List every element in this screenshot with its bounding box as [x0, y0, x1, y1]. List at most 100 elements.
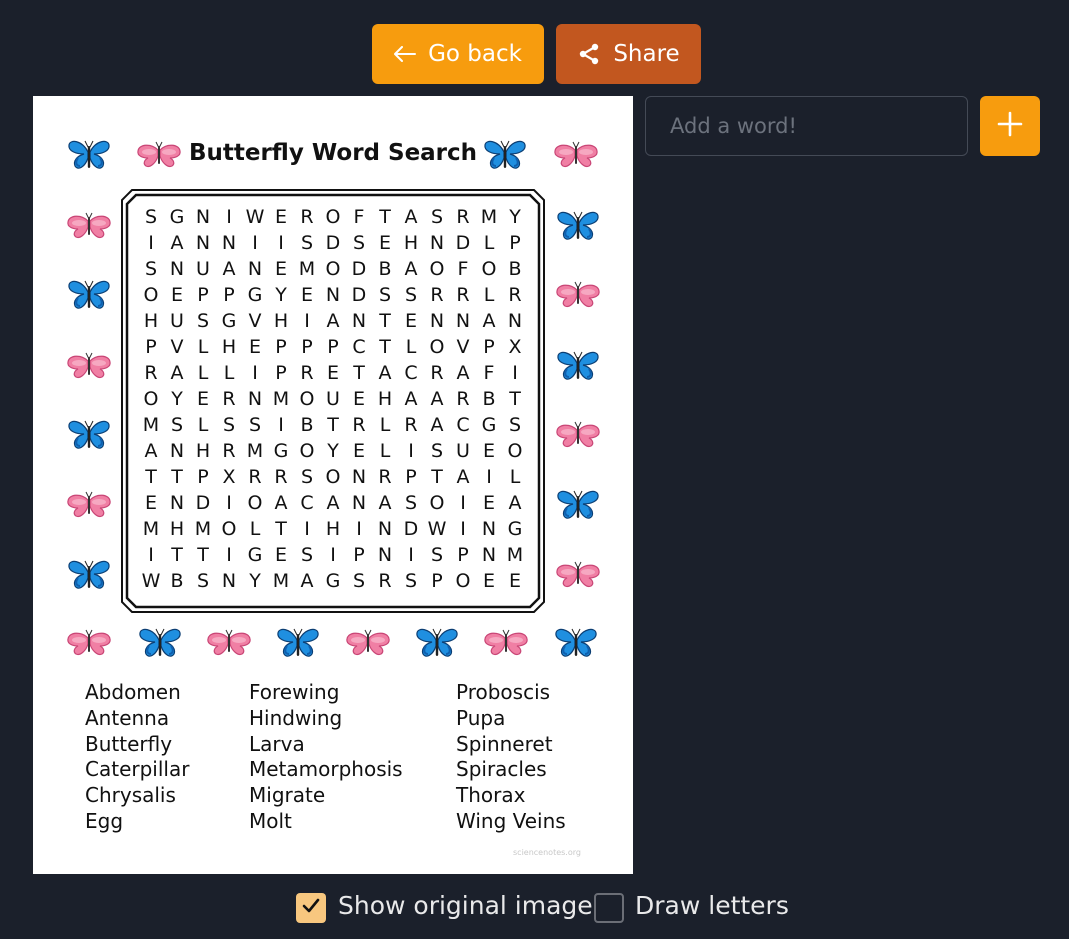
grid-letter: G — [221, 310, 237, 332]
grid-letter: U — [456, 440, 470, 462]
grid-letter: A — [300, 570, 314, 592]
word-list-item: Thorax — [456, 783, 526, 808]
grid-letter: I — [304, 310, 310, 332]
grid-letter: R — [456, 388, 470, 410]
grid-letter: T — [431, 466, 443, 488]
grid-letter: D — [351, 284, 367, 306]
arrow-left-icon — [394, 46, 417, 62]
grid-letter: T — [171, 544, 183, 566]
grid-letter: R — [300, 362, 314, 384]
grid-letter: A — [508, 492, 522, 514]
grid-letter: P — [275, 336, 287, 358]
grid-letter: L — [197, 414, 209, 436]
grid-letter: O — [507, 440, 523, 462]
grid-letter: I — [278, 414, 284, 436]
grid-letter: S — [352, 570, 366, 592]
grid-letter: N — [507, 310, 523, 332]
grid-letter: T — [379, 336, 391, 358]
blue-butterfly-icon — [555, 488, 601, 524]
grid-letter: Y — [275, 284, 287, 306]
grid-letter: E — [274, 544, 287, 566]
grid-letter: C — [300, 492, 314, 514]
grid-letter: E — [170, 284, 183, 306]
grid-letter: T — [171, 466, 183, 488]
grid-letter: S — [300, 466, 314, 488]
grid-letter: B — [378, 258, 392, 280]
grid-letter: A — [482, 310, 496, 332]
grid-letter: I — [278, 232, 284, 254]
grid-letter: M — [142, 414, 160, 436]
grid-letter: G — [273, 440, 289, 462]
grid-letter: V — [456, 336, 470, 358]
word-list-item: Chrysalis — [85, 783, 176, 808]
grid-letter: C — [352, 336, 366, 358]
grid-letter: W — [427, 518, 447, 540]
show-original-checkbox[interactable] — [296, 893, 326, 923]
grid-letter: O — [325, 258, 341, 280]
grid-letter: G — [507, 518, 523, 540]
grid-letter: M — [298, 258, 316, 280]
grid-letter: S — [378, 284, 392, 306]
grid-letter: A — [378, 362, 392, 384]
grid-letter: O — [481, 258, 497, 280]
grid-letter: N — [169, 440, 185, 462]
word-list-column-3: Proboscis Pupa Spinneret Spiracles Thorax Win… — [456, 680, 566, 835]
add-word-input[interactable] — [645, 96, 968, 156]
checkmark-icon — [302, 898, 320, 918]
grid-letter: N — [455, 310, 471, 332]
word-list-item: Wing Veins — [456, 808, 566, 833]
grid-letter: N — [481, 518, 497, 540]
pink-butterfly-icon — [66, 209, 112, 245]
grid-letter: M — [272, 388, 290, 410]
pink-butterfly-icon — [555, 278, 601, 314]
grid-letter: N — [247, 388, 263, 410]
word-list-item: Hindwing — [249, 705, 343, 730]
grid-letter: S — [222, 414, 236, 436]
blue-butterfly-icon — [66, 418, 112, 454]
blue-butterfly-icon — [137, 626, 183, 662]
word-list-item: Metamorphosis — [249, 757, 403, 782]
grid-letter: S — [300, 544, 314, 566]
share-button[interactable]: Share — [556, 24, 701, 84]
grid-letter: B — [482, 388, 496, 410]
go-back-button[interactable]: Go back — [372, 24, 544, 84]
grid-letter: D — [195, 492, 211, 514]
draw-letters-label[interactable]: Draw letters — [635, 891, 789, 920]
grid-letter: S — [430, 206, 444, 228]
blue-butterfly-icon — [555, 209, 601, 245]
grid-letter: U — [326, 388, 340, 410]
grid-letter: I — [460, 492, 466, 514]
grid-letter: A — [456, 362, 470, 384]
grid-letter: W — [245, 206, 265, 228]
add-word-button[interactable] — [980, 96, 1040, 156]
word-list-item: Spiracles — [456, 757, 547, 782]
draw-letters-checkbox[interactable] — [594, 893, 624, 923]
grid-letter: O — [221, 518, 237, 540]
grid-letter: A — [378, 492, 392, 514]
grid-letter: L — [483, 232, 495, 254]
grid-letter: L — [379, 414, 391, 436]
grid-letter: F — [483, 362, 495, 384]
go-back-label: Go back — [428, 41, 522, 67]
grid-letter: S — [404, 492, 418, 514]
grid-letter: A — [456, 466, 470, 488]
grid-letter: E — [248, 336, 261, 358]
word-list-item: Forewing — [249, 680, 340, 704]
grid-letter: B — [300, 414, 314, 436]
word-list-item: Butterfly — [85, 731, 173, 756]
grid-letter: I — [512, 362, 518, 384]
grid-letter: E — [300, 284, 313, 306]
grid-letter: T — [275, 518, 287, 540]
grid-letter: L — [197, 362, 209, 384]
grid-letter: M — [142, 518, 160, 540]
grid-letter: R — [222, 440, 236, 462]
grid-letter: I — [226, 206, 232, 228]
grid-letter: B — [170, 570, 184, 592]
grid-letter: B — [508, 258, 522, 280]
show-original-label[interactable]: Show original image — [338, 891, 593, 920]
grid-letter: I — [486, 466, 492, 488]
word-list-item: Spinneret — [456, 731, 553, 756]
blue-butterfly-icon — [553, 626, 599, 662]
grid-letter: N — [195, 232, 211, 254]
grid-letter: C — [404, 362, 418, 384]
